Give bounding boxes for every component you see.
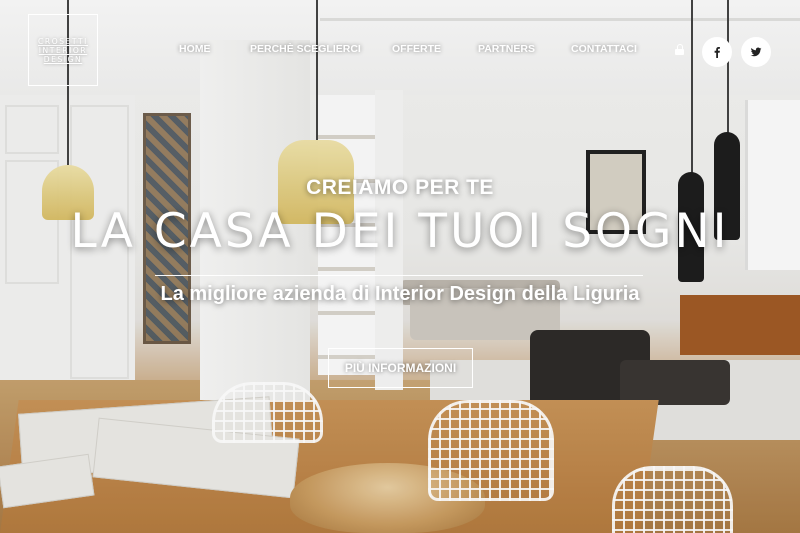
lock-icon[interactable] xyxy=(675,44,685,55)
facebook-icon xyxy=(714,47,720,58)
more-info-button[interactable]: PIÙ INFORMAZIONI xyxy=(328,348,473,388)
nav-item-perche-sceglierci[interactable]: PERCHÈ SCEGLIERCI xyxy=(250,43,361,55)
hero-title: LA CASA DEI TUOI SOGNI xyxy=(70,204,730,259)
logo-line-1: CROSETTI xyxy=(38,36,88,46)
hero-tagline: La migliore azienda di Interior Design d… xyxy=(160,283,640,305)
nav-item-partners[interactable]: PARTNERS xyxy=(478,43,535,55)
logo-line-3: DESIGN xyxy=(43,54,83,64)
nav-item-offerte[interactable]: OFFERTE xyxy=(392,43,441,55)
image-overlay xyxy=(0,0,800,533)
hero-subtitle: CREIAMO PER TE xyxy=(306,176,494,199)
logo-line-2: INTERIOR xyxy=(38,45,88,55)
hero-divider xyxy=(155,275,643,276)
lock-body xyxy=(675,49,684,55)
hero-background-image xyxy=(0,0,800,533)
nav-item-contattaci[interactable]: CONTATTACI xyxy=(571,43,637,55)
twitter-icon xyxy=(750,47,762,57)
nav-item-home[interactable]: HOME xyxy=(179,43,211,55)
site-logo[interactable]: CROSETTI INTERIOR DESIGN xyxy=(28,14,98,86)
twitter-button[interactable] xyxy=(741,37,771,67)
facebook-button[interactable] xyxy=(702,37,732,67)
